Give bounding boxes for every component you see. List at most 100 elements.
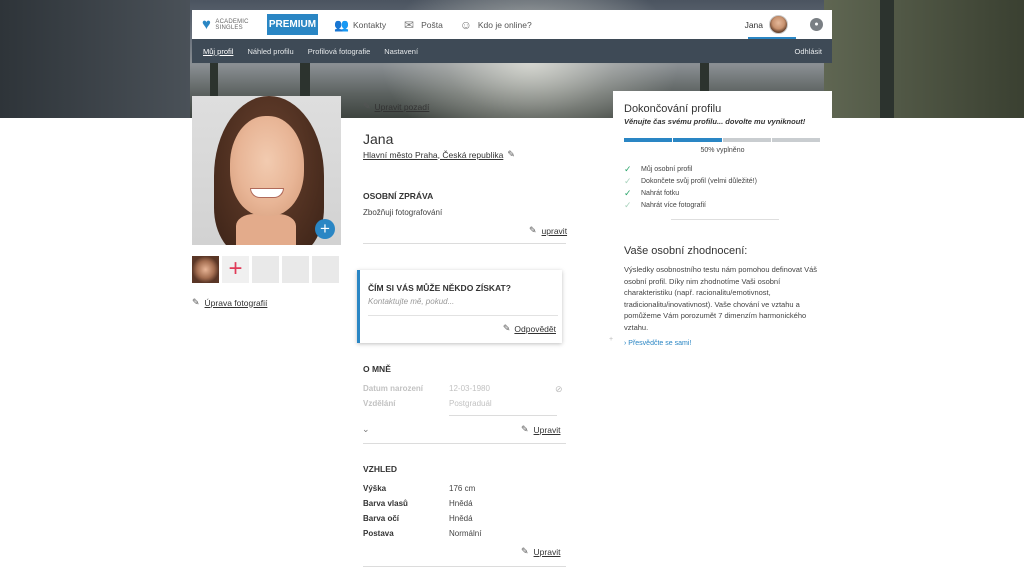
row-label: Datum narození xyxy=(363,384,424,393)
subnav-profile-preview[interactable]: Náhled profilu xyxy=(247,47,293,56)
row-value: 12-03-1980 xyxy=(449,384,490,393)
checklist-label: Můj osobní profil xyxy=(641,166,693,173)
edit-photos-label: Úprava fotografií xyxy=(204,297,268,308)
subnav-profile-photo[interactable]: Profilová fotografie xyxy=(308,47,371,56)
add-photo-button[interactable]: + xyxy=(315,219,335,239)
checklist-label: Nahrát fotku xyxy=(641,190,680,197)
checklist-label: Nahrát více fotografií xyxy=(641,202,706,209)
progress-segment xyxy=(673,138,722,142)
nav-mail[interactable]: ✉ Pošta xyxy=(402,19,443,31)
nav-online[interactable]: ☺ Kdo je online? xyxy=(459,19,532,31)
profile-photo[interactable]: + xyxy=(192,96,341,245)
nav-online-label: Kdo je online? xyxy=(477,19,532,30)
user-name: Jana xyxy=(744,19,763,30)
banner-shade-left xyxy=(0,0,190,118)
chevron-down-icon[interactable]: ⌄ xyxy=(362,424,370,435)
row-label: Barva očí xyxy=(363,514,400,523)
banner-shade-right xyxy=(824,0,1024,118)
section-divider xyxy=(363,243,566,244)
pencil-icon: ✎ xyxy=(507,149,515,159)
empty-photo-slot[interactable] xyxy=(282,256,309,283)
banner-tree xyxy=(880,0,894,118)
photo-neck xyxy=(236,214,296,245)
pencil-icon: ✎ xyxy=(521,546,529,556)
check-icon: ✓ xyxy=(624,188,632,198)
row-value: Hnědá xyxy=(449,499,473,508)
heart-logo-icon: ♥ xyxy=(202,15,211,33)
profile-location-link[interactable]: Hlavní město Praha, Česká republika ✎ xyxy=(363,149,515,160)
logout-link[interactable]: Odhlásit xyxy=(794,47,822,56)
online-icon: ☺ xyxy=(459,17,472,32)
completion-progress-bar xyxy=(624,138,821,142)
row-label: Barva vlasů xyxy=(363,499,408,508)
row-value: 176 cm xyxy=(449,484,476,493)
pencil-icon: ✎ xyxy=(363,101,371,111)
edit-background-link[interactable]: ✎ Upravit pozadí xyxy=(363,101,429,112)
row-label: Postava xyxy=(363,529,394,538)
appearance-heading: VZHLED xyxy=(363,464,397,474)
mail-icon: ✉ xyxy=(404,17,415,32)
check-icon: ✓ xyxy=(624,164,632,174)
assessment-link[interactable]: › Přesvědčte se sami! xyxy=(624,340,691,347)
empty-photo-slot[interactable] xyxy=(312,256,339,283)
edit-about-link[interactable]: ✎ Upravit xyxy=(521,424,560,435)
completion-subtitle: Věnujte čas svému profilu... dovolte mu … xyxy=(624,117,806,126)
row-value: Postgraduál xyxy=(449,399,492,408)
card-divider xyxy=(368,315,558,316)
checklist-label: Dokončete svůj profil (velmi důležité!) xyxy=(641,178,757,185)
appearance-row-hair-color: Barva vlasů Hnědá xyxy=(363,499,473,508)
photo-thumbnail[interactable] xyxy=(192,256,219,283)
photo-smile xyxy=(250,188,284,198)
checklist-item-upload-photo[interactable]: ✓ Nahrát fotku xyxy=(624,188,679,199)
checklist-item-complete[interactable]: ✓ Dokončete svůj profil (velmi důležité!… xyxy=(624,176,757,187)
edit-appearance-link[interactable]: ✎ Upravit xyxy=(521,546,560,557)
subnav-settings[interactable]: Nastavení xyxy=(384,47,418,56)
edit-personal-message-link[interactable]: ✎ upravit xyxy=(529,225,567,236)
panel-divider xyxy=(671,219,779,220)
row-value: Normální xyxy=(449,529,482,538)
pencil-icon: ✎ xyxy=(502,323,511,333)
nav-contacts-label: Kontakty xyxy=(353,19,387,30)
user-menu[interactable]: Jana xyxy=(745,10,788,39)
checklist-item-profile[interactable]: ✓ Můj osobní profil xyxy=(624,164,692,175)
hidden-eye-icon[interactable]: ⊘ xyxy=(555,384,563,395)
progress-segment xyxy=(722,138,771,142)
profile-completion-panel: Dokončování profilu Věnujte čas svému pr… xyxy=(613,91,832,544)
site-logo[interactable]: ♥ ACADEMIC SINGLES xyxy=(202,15,260,33)
contacts-icon: 👥 xyxy=(334,17,349,32)
avatar xyxy=(769,15,788,34)
edit-personal-message-label: upravit xyxy=(541,225,568,236)
nav-mail-label: Pošta xyxy=(421,19,443,30)
question-text: ČÍM SI VÁS MŮŽE NĚKDO ZÍSKAT? xyxy=(368,283,511,293)
check-icon: ✓ xyxy=(624,200,632,210)
appearance-row-build: Postava Normální xyxy=(363,529,481,538)
edit-photos-link[interactable]: ✎ Úprava fotografií xyxy=(192,297,267,308)
pencil-icon: ✎ xyxy=(529,225,537,235)
answer-link[interactable]: ✎ Odpovědět xyxy=(503,323,556,334)
add-photo-thumbnail[interactable]: + xyxy=(222,256,249,283)
progress-segment xyxy=(771,138,820,142)
edit-about-label: Upravit xyxy=(533,424,561,435)
pencil-icon: ✎ xyxy=(521,424,529,434)
appearance-row-eye-color: Barva očí Hnědá xyxy=(363,514,473,523)
about-heading: O MNĚ xyxy=(363,364,391,374)
check-icon: ✓ xyxy=(624,176,632,186)
checklist-item-upload-more[interactable]: ✓ Nahrát více fotografií xyxy=(624,200,706,211)
completion-title: Dokončování profilu xyxy=(624,103,722,115)
edit-background-label: Upravit pozadí xyxy=(374,101,430,112)
edit-appearance-label: Upravit xyxy=(533,546,561,557)
section-divider xyxy=(363,566,566,567)
assessment-title: Vaše osobní zhodnocení: xyxy=(624,245,748,257)
chat-icon[interactable]: ● xyxy=(810,18,823,31)
answer-placeholder[interactable]: Kontaktujte mě, pokud... xyxy=(368,297,454,306)
row-divider xyxy=(449,415,557,416)
logo-text: ACADEMIC SINGLES xyxy=(215,18,249,31)
nav-contacts[interactable]: 👥 Kontakty xyxy=(334,19,386,31)
top-navigation-bar: ♥ ACADEMIC SINGLES PREMIUM 👥 Kontakty ✉ … xyxy=(192,10,832,39)
premium-button[interactable]: PREMIUM xyxy=(267,14,318,35)
profile-location: Hlavní město Praha, Česká republika xyxy=(363,149,504,160)
assessment-link-label: Přesvědčte se sami! xyxy=(628,340,692,347)
section-divider xyxy=(363,443,566,444)
empty-photo-slot[interactable] xyxy=(252,256,279,283)
subnav-my-profile[interactable]: Můj profil xyxy=(203,47,233,56)
